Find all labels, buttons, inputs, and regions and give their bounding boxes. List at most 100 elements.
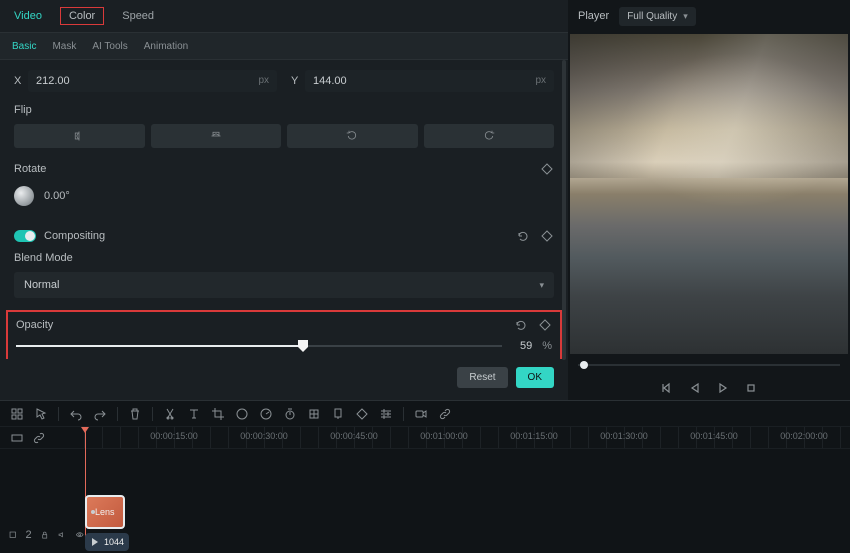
opacity-unit: % xyxy=(542,340,552,352)
compositing-keyframe-icon[interactable] xyxy=(540,229,554,243)
color-icon[interactable] xyxy=(307,407,321,421)
flip-horizontal-icon xyxy=(73,130,85,142)
adjust-icon[interactable] xyxy=(379,407,393,421)
opacity-label: Opacity xyxy=(16,319,53,331)
opacity-reset-icon[interactable] xyxy=(514,318,528,332)
ruler-label: 00:01:45:00 xyxy=(690,431,738,441)
y-input[interactable]: 144.00 px xyxy=(305,70,554,92)
link-icon[interactable] xyxy=(438,407,452,421)
split-icon[interactable] xyxy=(163,407,177,421)
properties-panel: Video Color Speed Basic Mask AI Tools An… xyxy=(0,0,568,400)
layer-icon[interactable] xyxy=(8,528,17,542)
rotate-knob[interactable] xyxy=(14,186,34,206)
preview-panel: Player Full Quality ▾ xyxy=(568,0,850,400)
subtab-mask[interactable]: Mask xyxy=(52,41,76,52)
clip-video-label: 1044 xyxy=(104,537,124,547)
ruler-label: 00:00:30:00 xyxy=(240,431,288,441)
lock-icon[interactable] xyxy=(40,528,49,542)
rotate-label: Rotate xyxy=(14,163,46,175)
y-label: Y xyxy=(291,75,305,87)
blendmode-select[interactable]: Normal ▾ xyxy=(14,272,554,298)
delete-icon[interactable] xyxy=(128,407,142,421)
panel-body: X 212.00 px Y 144.00 px Flip xyxy=(0,60,568,359)
blendmode-label: Blend Mode xyxy=(14,252,554,264)
y-unit: px xyxy=(535,75,546,87)
clip-lens-label: Lens xyxy=(95,507,115,517)
text-icon[interactable] xyxy=(187,407,201,421)
opacity-keyframe-icon[interactable] xyxy=(538,318,552,332)
play-reverse-button[interactable] xyxy=(688,381,702,395)
quality-value: Full Quality xyxy=(627,11,677,22)
timeline-ruler[interactable]: 00:00:15:00 00:00:30:00 00:00:45:00 00:0… xyxy=(0,427,850,449)
rotate-ccw-button[interactable] xyxy=(287,124,418,148)
tool-grid-icon[interactable] xyxy=(10,407,24,421)
y-value: 144.00 xyxy=(313,75,347,87)
opacity-slider-thumb[interactable] xyxy=(298,340,308,352)
timeline: 00:00:15:00 00:00:30:00 00:00:45:00 00:0… xyxy=(0,400,850,553)
x-value: 212.00 xyxy=(36,75,70,87)
keyframe-tool-icon[interactable] xyxy=(355,407,369,421)
compositing-label: Compositing xyxy=(44,230,105,242)
opacity-slider-fill xyxy=(16,345,303,347)
top-tabs: Video Color Speed xyxy=(0,0,568,32)
ruler-label: 00:01:00:00 xyxy=(420,431,468,441)
scrub-bar[interactable] xyxy=(578,360,840,370)
x-unit: px xyxy=(258,75,269,87)
player-label: Player xyxy=(578,10,609,22)
rotate-cw-button[interactable] xyxy=(424,124,555,148)
track-content[interactable]: Lens 1044 xyxy=(84,449,850,553)
quality-select[interactable]: Full Quality ▾ xyxy=(619,7,696,26)
opacity-section: Opacity 59 % xyxy=(6,310,562,359)
timeline-toolbar xyxy=(0,401,850,427)
clip-video[interactable]: 1044 xyxy=(85,533,129,551)
opacity-slider[interactable] xyxy=(16,345,502,347)
speed-icon[interactable] xyxy=(259,407,273,421)
ruler-clip-icon[interactable] xyxy=(10,431,24,445)
timer-icon[interactable] xyxy=(283,407,297,421)
compositing-reset-icon[interactable] xyxy=(516,229,530,243)
flip-vertical-button[interactable] xyxy=(151,124,282,148)
x-label: X xyxy=(14,75,28,87)
flip-horizontal-button[interactable] xyxy=(14,124,145,148)
rotate-cw-icon xyxy=(483,130,495,142)
record-icon[interactable] xyxy=(414,407,428,421)
subtab-animation[interactable]: Animation xyxy=(144,41,188,52)
compositing-toggle[interactable] xyxy=(14,230,36,242)
ruler-label: 00:02:00:00 xyxy=(780,431,828,441)
subtab-ai-tools[interactable]: AI Tools xyxy=(92,41,127,52)
x-input[interactable]: 212.00 px xyxy=(28,70,277,92)
prev-frame-button[interactable] xyxy=(660,381,674,395)
tracks: 2 Lens 1044 xyxy=(0,449,850,553)
layer-number: 2 xyxy=(25,529,31,541)
chevron-down-icon: ▾ xyxy=(683,11,688,22)
crop-icon[interactable] xyxy=(211,407,225,421)
ruler-link-icon[interactable] xyxy=(32,431,46,445)
ok-button[interactable]: OK xyxy=(516,367,554,388)
stop-button[interactable] xyxy=(744,381,758,395)
scrub-thumb[interactable] xyxy=(580,361,588,369)
clip-lens[interactable]: Lens xyxy=(85,495,125,529)
undo-icon[interactable] xyxy=(69,407,83,421)
rotate-ccw-icon xyxy=(346,130,358,142)
video-preview[interactable] xyxy=(570,34,848,354)
flip-label: Flip xyxy=(14,104,554,116)
tab-speed[interactable]: Speed xyxy=(122,10,154,22)
ruler-label: 00:01:15:00 xyxy=(510,431,558,441)
tab-color[interactable]: Color xyxy=(60,7,104,25)
eye-icon[interactable] xyxy=(75,528,84,542)
marker-icon[interactable] xyxy=(331,407,345,421)
subtab-basic[interactable]: Basic xyxy=(12,41,36,52)
tab-video[interactable]: Video xyxy=(14,10,42,22)
flip-vertical-icon xyxy=(210,130,222,142)
scrollbar[interactable] xyxy=(562,60,566,360)
mute-icon[interactable] xyxy=(57,528,66,542)
rotate-keyframe-button[interactable] xyxy=(540,162,554,176)
circle-icon[interactable] xyxy=(235,407,249,421)
redo-icon[interactable] xyxy=(93,407,107,421)
reset-button[interactable]: Reset xyxy=(457,367,507,388)
sub-tabs: Basic Mask AI Tools Animation xyxy=(0,32,568,60)
tool-pointer-icon[interactable] xyxy=(34,407,48,421)
ruler-label: 00:00:45:00 xyxy=(330,431,378,441)
play-button[interactable] xyxy=(716,381,730,395)
ruler-label: 00:00:15:00 xyxy=(150,431,198,441)
